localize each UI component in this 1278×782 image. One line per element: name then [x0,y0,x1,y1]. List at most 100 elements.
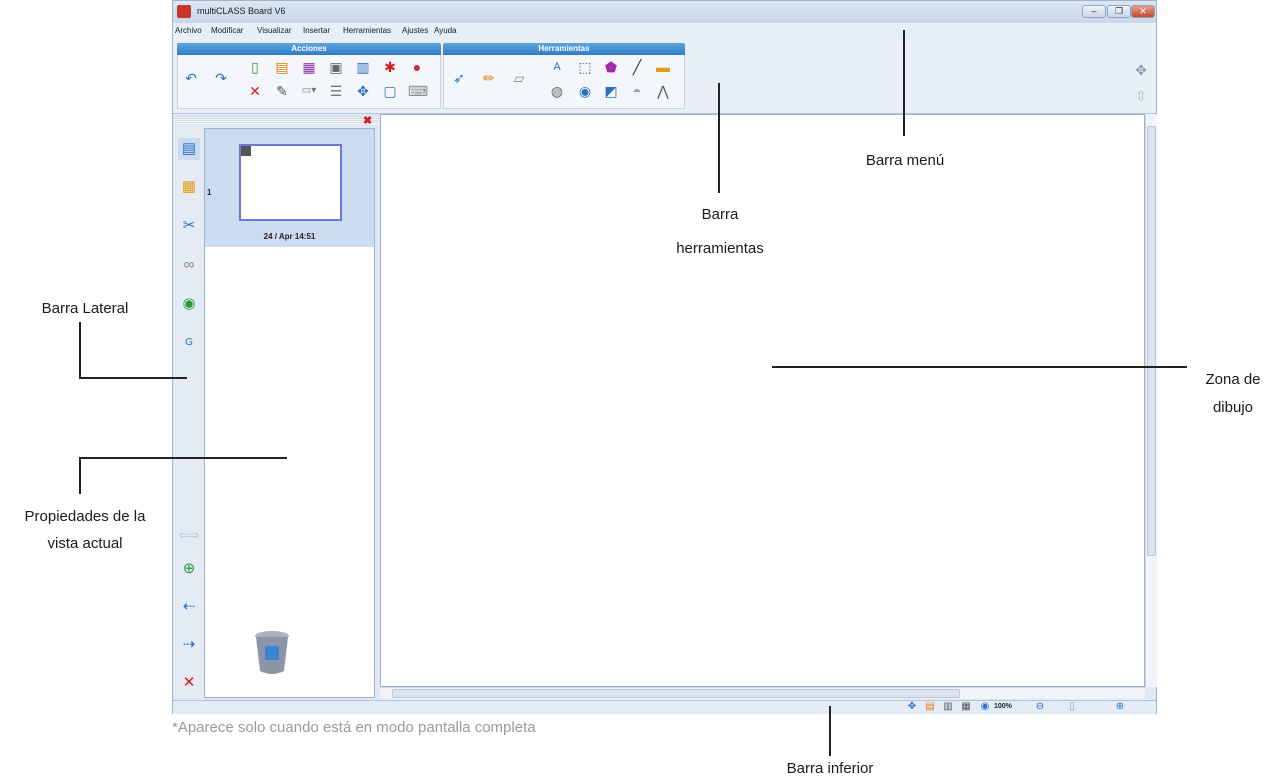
page-view-icon[interactable]: ▤ [921,698,939,716]
expand-icon[interactable]: ⟺ [178,525,200,547]
page-thumbnail[interactable] [239,144,342,221]
footnote: *Aparece solo cuando está en modo pantal… [172,719,536,736]
align-icon[interactable]: ☰ [327,82,345,100]
fit-icon[interactable]: ◉ [976,698,994,716]
import-page-icon[interactable]: ⇠ [178,596,200,618]
app-logo-icon [177,5,191,18]
image-icon[interactable]: ▣ [327,58,345,76]
resources-icon[interactable]: ▦ [178,176,200,198]
menu-herramientas[interactable]: Herramientas [343,26,391,35]
panel-grip[interactable] [174,116,380,124]
tools-bar-caption-1: Barra [701,206,739,223]
ruler-icon[interactable]: ▬ [654,58,672,76]
toolbar: Acciones ↶ ↷ ▯ ▤ ▦ ▣ ▥ ✱ ● ✕ ✎ ▭▾ ☰ ✥ ▢ … [173,39,1156,114]
add-page-icon[interactable]: ⊕ [178,558,200,580]
menu-insertar[interactable]: Insertar [303,26,330,35]
globe-icon[interactable]: ◉ [178,293,200,315]
tools-group: Herramientas ➶ ✏ ▱ A ⬚ ⬟ ╱ ▬ ◍ ◉ ◩ ◓ ⋀ [443,43,685,109]
redo-icon[interactable]: ↷ [212,69,230,87]
menu-ajustes[interactable]: Ajustes [402,26,428,35]
bottom-bar-caption: Barra inferior [786,760,874,777]
bottom-bar: ✥ ▤ ▥ ▦ ◉ 100% ⊖ ▯ ⊕ [173,700,1156,714]
protractor-icon[interactable]: ◓ [628,82,646,100]
maximize-button[interactable]: ❐ [1107,5,1131,18]
zoom-level: 100% [994,703,1012,710]
sidebar-caption: Barra Lateral [41,300,129,317]
color-picker-icon[interactable]: ● [408,58,426,76]
pages-icon[interactable]: ▤ [178,138,200,160]
zoom-out-icon[interactable]: ⊖ [1031,698,1049,716]
tools-wizard-icon[interactable]: ✂ [178,215,200,237]
view-props-leader-v [79,457,81,494]
screen-icon[interactable]: ▢ [381,82,399,100]
actions-group: Acciones ↶ ↷ ▯ ▤ ▦ ▣ ▥ ✱ ● ✕ ✎ ▭▾ ☰ ✥ ▢ … [177,43,441,109]
actions-group-title: Acciones [177,43,441,55]
vertical-scrollbar[interactable] [1145,114,1157,687]
text-icon[interactable]: A [548,58,566,76]
split-view-icon[interactable]: ▦ [957,698,975,716]
move-toolbar-icon[interactable]: ✥ [1132,61,1150,79]
zoom-slider-icon[interactable]: ▯ [1063,698,1081,716]
menu-ayuda[interactable]: Ayuda [434,26,457,35]
camera-icon[interactable]: ◉ [576,82,594,100]
recycle-bin-icon[interactable] [253,629,291,675]
move-icon-bottom[interactable]: ✥ [903,698,921,716]
undo-icon[interactable]: ↶ [182,69,200,87]
close-panel-icon[interactable]: ✖ [363,114,372,127]
shape-icon[interactable]: ⬟ [602,58,620,76]
zoom-in-icon[interactable]: ⊕ [1111,698,1129,716]
bottom-bar-leader [829,706,831,756]
compass-icon[interactable]: ⋀ [654,82,672,100]
eraser-icon[interactable]: ▱ [510,69,528,87]
pages-panel: 1 24 / Apr 14:51 [204,128,375,698]
tools-bar-leader [718,83,720,193]
video-icon[interactable]: ▦ [300,58,318,76]
menu-bar-leader [903,30,905,136]
page-timestamp: 24 / Apr 14:51 [263,232,316,241]
fill-icon[interactable]: ◩ [602,82,620,100]
view-props-leader-h [79,457,287,459]
record-icon[interactable]: ◍ [548,82,566,100]
tools-bar-caption-2: herramientas [676,240,764,257]
scroll-arrow-icon[interactable]: ⇳ [1132,87,1150,105]
pencil-icon[interactable]: ✏ [480,69,498,87]
menu-archivo[interactable]: Archivo [175,26,202,35]
chart-icon[interactable]: ▥ [354,58,372,76]
minimize-button[interactable]: – [1082,5,1106,18]
title-bar: multiCLASS Board V6 – ❐ ✕ [173,1,1156,23]
menu-bar: Archivo Modificar Visualizar Insertar He… [173,23,1156,39]
page-number: 1 [207,188,212,197]
sidebar-leader-v [79,322,81,378]
close-window-button[interactable]: ✕ [1131,5,1155,18]
insert-background-icon[interactable]: ▤ [273,58,291,76]
line-icon[interactable]: ╱ [628,58,646,76]
layer-icon[interactable]: ▭▾ [300,82,318,100]
horizontal-scroll-thumb[interactable] [392,689,960,698]
dual-page-icon[interactable]: ▥ [939,698,957,716]
view-props-caption-2: vista actual [47,535,123,552]
pointer-icon[interactable]: ➶ [450,69,468,87]
google-icon[interactable]: G [178,332,200,354]
keyboard-icon[interactable]: ⌨ [408,82,428,100]
links-icon[interactable]: ∞ [178,254,200,276]
drawing-zone-caption-2: dibujo [1212,399,1254,416]
new-page-icon[interactable]: ▯ [246,58,264,76]
brush-icon[interactable]: ✎ [273,82,291,100]
vertical-scroll-thumb[interactable] [1147,126,1156,556]
move-icon[interactable]: ✥ [354,82,372,100]
app-window: multiCLASS Board V6 – ❐ ✕ Archivo Modifi… [172,0,1157,714]
drawing-canvas[interactable] [380,114,1145,687]
menu-visualizar[interactable]: Visualizar [257,26,292,35]
page-marker-icon [241,146,251,156]
export-page-icon[interactable]: ⇢ [178,634,200,656]
sidebar-leader-h [79,377,187,379]
star-icon[interactable]: ✱ [381,58,399,76]
delete-page-icon[interactable]: ✕ [178,672,200,694]
view-props-caption-1: Propiedades de la [24,508,146,525]
delete-icon[interactable]: ✕ [246,82,264,100]
page-thumbnail-item[interactable]: 1 24 / Apr 14:51 [205,129,374,247]
menu-modificar[interactable]: Modificar [211,26,243,35]
menu-bar-caption: Barra menú [865,152,945,169]
select-area-icon[interactable]: ⬚ [576,58,594,76]
sidebar: ▤ ▦ ✂ ∞ ◉ G ⟺ ⊕ ⇠ ⇢ ✕ [174,128,205,698]
